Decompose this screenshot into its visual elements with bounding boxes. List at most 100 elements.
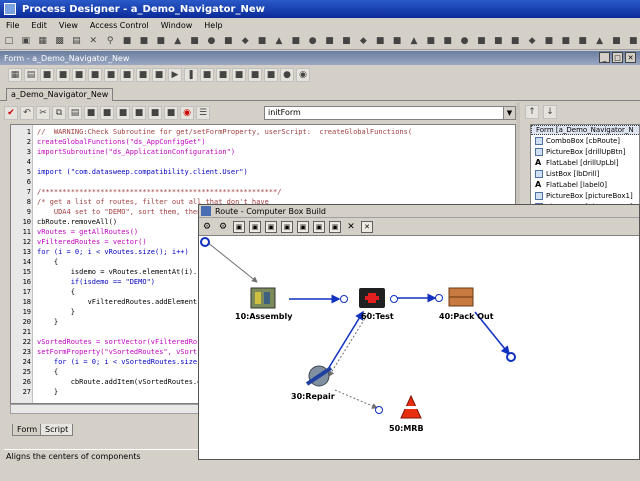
find-icon[interactable]: ⚲ [103, 34, 117, 48]
tree-item[interactable]: A FlatLabel [drillUpLbl] [535, 158, 619, 168]
connector-node[interactable] [435, 294, 443, 302]
node-label-assembly[interactable]: 10:Assembly [235, 312, 293, 321]
tool-icon[interactable]: ▲ [171, 34, 185, 48]
tree-selected-item[interactable]: Form [a_Demo_Navigator_N [531, 125, 639, 135]
close-icon[interactable]: ✕ [625, 52, 636, 63]
mrb-step-icon[interactable] [400, 394, 422, 419]
tool-icon[interactable]: ■ [340, 34, 354, 48]
tool-icon[interactable]: ● [458, 34, 472, 48]
tool-icon[interactable]: ■ [542, 34, 556, 48]
tool-icon[interactable]: ■ [264, 68, 278, 82]
align-icon[interactable]: ▣ [233, 220, 245, 233]
align-icon[interactable]: ▣ [249, 220, 261, 233]
code-line[interactable]: 10 cbRoute.removeAll() [11, 217, 118, 227]
connector-node[interactable] [375, 406, 383, 414]
align-icon[interactable]: ▣ [281, 220, 293, 233]
tool-icon[interactable]: ■ [72, 68, 86, 82]
tool-icon[interactable]: ■ [136, 68, 150, 82]
tool-icon[interactable]: ■ [232, 68, 246, 82]
tool-icon[interactable]: ◆ [238, 34, 252, 48]
undo-icon[interactable]: ↶ [20, 106, 34, 120]
print-icon[interactable]: ▤ [24, 68, 38, 82]
arc-repair-mrb[interactable] [334, 389, 378, 409]
code-line[interactable]: 21 [11, 327, 31, 337]
tool-icon[interactable]: ■ [475, 34, 489, 48]
node-label-packout[interactable]: 40:Pack Out [439, 312, 494, 321]
tool-icon[interactable]: ■ [132, 106, 146, 120]
menu-window[interactable]: Window [161, 21, 193, 30]
tool-icon[interactable]: ■ [323, 34, 337, 48]
tool-icon[interactable]: ◆ [525, 34, 539, 48]
tool-icon[interactable]: ■ [576, 34, 590, 48]
tool-icon[interactable]: ■ [40, 68, 54, 82]
tool-icon[interactable]: ■ [88, 68, 102, 82]
node-label-test[interactable]: 60:Test [361, 312, 394, 321]
record-icon[interactable]: ◉ [296, 68, 310, 82]
minimize-icon[interactable]: _ [599, 52, 610, 63]
code-line[interactable]: 6 [11, 177, 31, 187]
tool-icon[interactable]: ■ [610, 34, 624, 48]
stop-icon[interactable]: ■ [200, 68, 214, 82]
code-line[interactable]: 15 isdemo = vRoutes.elementAt(i). [11, 267, 198, 277]
save-all-icon[interactable]: ▩ [53, 34, 67, 48]
packout-step-icon[interactable] [448, 287, 474, 307]
tab-script[interactable]: Script [40, 424, 74, 436]
tool-icon[interactable]: ■ [148, 106, 162, 120]
route-tool-icon[interactable]: ⚙ [217, 221, 229, 233]
chevron-down-icon[interactable]: ▼ [503, 107, 515, 119]
align-icon[interactable]: ▣ [297, 220, 309, 233]
code-line[interactable]: 13 for (i = 0; i < vRoutes.size(); i++) [11, 247, 189, 257]
tool-icon[interactable]: ■ [152, 68, 166, 82]
new-icon[interactable]: □ [2, 34, 16, 48]
align-icon[interactable]: ▣ [265, 220, 277, 233]
tool-icon[interactable]: ● [205, 34, 219, 48]
check-icon[interactable]: ✔ [4, 106, 18, 120]
arc-test-repair[interactable] [328, 311, 370, 377]
open-icon[interactable]: ▣ [19, 34, 33, 48]
code-line[interactable]: 2 createGlobalFunctions("ds_AppConfigGet"… [11, 137, 206, 147]
tree-item[interactable]: ComboBox [cbRoute] [535, 136, 620, 146]
code-line[interactable]: 23 setFormProperty("vSortedRoutes", vSort [11, 347, 198, 357]
code-line[interactable]: 3 importSubroutine("ds_ApplicationConfigu… [11, 147, 235, 157]
menu-file[interactable]: File [6, 21, 19, 30]
tool-icon[interactable]: ▲ [407, 34, 421, 48]
arrow-up-icon[interactable]: ↑ [525, 105, 539, 119]
align-icon[interactable]: ▣ [329, 220, 341, 233]
tool-icon[interactable]: ■ [188, 34, 202, 48]
tool-icon[interactable]: ■ [120, 34, 134, 48]
tool-icon[interactable]: ■ [508, 34, 522, 48]
tool-icon[interactable]: ■ [373, 34, 387, 48]
tool-icon[interactable]: ■ [441, 34, 455, 48]
code-line[interactable]: 12 vFilteredRoutes = vector() [11, 237, 147, 247]
tool-icon[interactable]: ■ [154, 34, 168, 48]
route-canvas[interactable]: 10:Assembly 60:Test 40:Pack Out 30:Repai… [199, 236, 639, 461]
test-step-icon[interactable] [359, 288, 385, 308]
tool-icon[interactable]: ■ [255, 34, 269, 48]
close-box-icon[interactable]: ✕ [361, 220, 373, 233]
pause-icon[interactable]: ❚ [184, 68, 198, 82]
code-line[interactable]: 8/* get a list of routes, filter out all… [11, 197, 269, 207]
menu-view[interactable]: View [59, 21, 78, 30]
tool-icon[interactable]: ■ [56, 68, 70, 82]
menu-help[interactable]: Help [204, 21, 222, 30]
code-line[interactable]: 20 } [11, 317, 59, 327]
connector-node[interactable] [390, 295, 398, 303]
cut-icon[interactable]: ✂ [36, 106, 50, 120]
tool-icon[interactable]: ■ [120, 68, 134, 82]
end-node[interactable] [506, 352, 516, 362]
list-icon[interactable]: ☰ [196, 106, 210, 120]
arc-repair-test[interactable] [324, 310, 364, 375]
tool-icon[interactable]: ■ [116, 106, 130, 120]
paste-icon[interactable]: ▤ [68, 106, 82, 120]
code-line[interactable]: 1 // WARNING:Check Subroutine for get/set… [11, 127, 412, 137]
tree-item[interactable]: PictureBox [pictureBox1] [535, 191, 633, 201]
tool-icon[interactable]: ■ [84, 106, 98, 120]
code-line[interactable]: 25 { [11, 367, 59, 377]
code-line[interactable]: 14 { [11, 257, 59, 267]
code-line[interactable]: 26 cbRoute.addItem(vSortedRoutes.e [11, 377, 202, 387]
tool-icon[interactable]: ▲ [593, 34, 607, 48]
tab-a-demo-navigator[interactable]: a_Demo_Navigator_New [6, 88, 114, 101]
code-line[interactable]: 17 { [11, 287, 75, 297]
arrow-down-icon[interactable]: ↓ [543, 105, 557, 119]
tool-icon[interactable]: ■ [491, 34, 505, 48]
